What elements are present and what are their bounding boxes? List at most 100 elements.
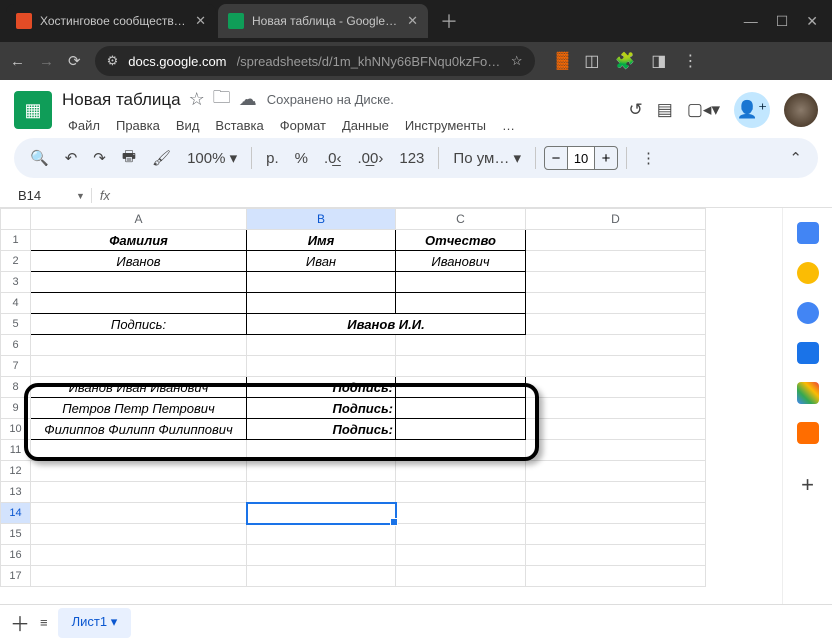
- menu-more[interactable]: …: [496, 115, 521, 136]
- cell[interactable]: Имя: [247, 230, 396, 251]
- side-panel-icon[interactable]: ◨: [651, 51, 666, 71]
- select-all-corner[interactable]: [1, 209, 31, 230]
- cell[interactable]: [526, 356, 706, 377]
- back-icon[interactable]: ←: [10, 53, 25, 70]
- cell[interactable]: Подпись:: [247, 398, 396, 419]
- row-header[interactable]: 7: [1, 356, 31, 377]
- row-header[interactable]: 17: [1, 566, 31, 587]
- cell[interactable]: [31, 293, 247, 314]
- collapse-toolbar-icon[interactable]: ⌃: [783, 144, 808, 172]
- browser-tab-active[interactable]: Новая таблица - Google Табли ✕: [218, 4, 428, 38]
- add-sidepanel-icon[interactable]: +: [801, 472, 814, 498]
- cell[interactable]: [31, 335, 247, 356]
- paint-format-icon[interactable]: 🖌: [146, 144, 177, 172]
- cell[interactable]: Подпись:: [247, 419, 396, 440]
- font-size-stepper[interactable]: − +: [544, 146, 618, 170]
- more-formats-button[interactable]: 123: [393, 145, 430, 172]
- menu-file[interactable]: Файл: [62, 115, 106, 136]
- redo-icon[interactable]: ↷: [87, 144, 112, 172]
- undo-icon[interactable]: ↶: [59, 144, 84, 172]
- decrease-decimal-icon[interactable]: .0̲‹: [318, 145, 348, 172]
- menu-data[interactable]: Данные: [336, 115, 395, 136]
- row-header[interactable]: 9: [1, 398, 31, 419]
- font-size-input[interactable]: [567, 147, 595, 169]
- cell[interactable]: [396, 419, 526, 440]
- add-sheet-button[interactable]: ＋: [10, 608, 30, 637]
- increase-decimal-icon[interactable]: .0̲0›: [352, 145, 390, 172]
- spreadsheet-grid[interactable]: A B C D 1 Фамилия Имя Отчество 2 Иванов …: [0, 208, 782, 604]
- menu-view[interactable]: Вид: [170, 115, 206, 136]
- browser-tab[interactable]: Хостинговое сообщество «Tin ✕: [6, 4, 216, 38]
- menu-insert[interactable]: Вставка: [209, 115, 269, 136]
- extension-icon[interactable]: ◫: [584, 51, 599, 71]
- row-header[interactable]: 2: [1, 251, 31, 272]
- cell[interactable]: [396, 377, 526, 398]
- keep-icon[interactable]: [797, 262, 819, 284]
- menu-format[interactable]: Формат: [274, 115, 332, 136]
- cell[interactable]: [526, 293, 706, 314]
- row-header[interactable]: 8: [1, 377, 31, 398]
- cell-merged[interactable]: Иванов И.И.: [247, 314, 526, 335]
- maps-icon[interactable]: [797, 382, 819, 404]
- cell[interactable]: [396, 293, 526, 314]
- sheet-tab[interactable]: Лист1 ▾: [58, 608, 132, 638]
- cell[interactable]: [526, 251, 706, 272]
- account-avatar[interactable]: [784, 93, 818, 127]
- share-button[interactable]: 👤⁺: [734, 92, 770, 128]
- cell[interactable]: Подпись:: [31, 314, 247, 335]
- reload-icon[interactable]: ⟳: [68, 52, 81, 70]
- row-header[interactable]: 1: [1, 230, 31, 251]
- cell[interactable]: Иванович: [396, 251, 526, 272]
- maximize-icon[interactable]: ☐: [776, 13, 789, 30]
- cell[interactable]: [247, 293, 396, 314]
- font-size-plus[interactable]: +: [595, 147, 617, 169]
- tasks-icon[interactable]: [797, 302, 819, 324]
- cell[interactable]: Отчество: [396, 230, 526, 251]
- row-header[interactable]: 16: [1, 545, 31, 566]
- col-header-a[interactable]: A: [31, 209, 247, 230]
- print-icon[interactable]: 🖶: [116, 141, 142, 176]
- all-sheets-button[interactable]: ≡: [40, 615, 48, 630]
- zoom-select[interactable]: 100% ▾: [181, 144, 243, 172]
- new-tab-button[interactable]: ＋: [430, 8, 468, 34]
- cell[interactable]: Иванов Иван Иванович: [31, 377, 247, 398]
- cell[interactable]: [396, 335, 526, 356]
- row-header[interactable]: 12: [1, 461, 31, 482]
- calendar-icon[interactable]: [797, 222, 819, 244]
- search-menus-icon[interactable]: 🔍: [24, 144, 55, 172]
- row-header[interactable]: 3: [1, 272, 31, 293]
- cell[interactable]: [526, 335, 706, 356]
- cell[interactable]: [526, 272, 706, 293]
- close-icon[interactable]: ✕: [195, 13, 206, 29]
- cell[interactable]: [526, 230, 706, 251]
- menu-edit[interactable]: Правка: [110, 115, 166, 136]
- font-select[interactable]: По ум… ▾: [447, 144, 527, 172]
- star-icon[interactable]: ☆: [189, 89, 205, 110]
- row-header[interactable]: 15: [1, 524, 31, 545]
- font-size-minus[interactable]: −: [545, 147, 567, 169]
- percent-button[interactable]: %: [289, 145, 314, 172]
- cell[interactable]: [396, 356, 526, 377]
- forward-icon[interactable]: →: [39, 53, 54, 70]
- cell[interactable]: Иван: [247, 251, 396, 272]
- move-folder-icon[interactable]: 🗀: [213, 85, 231, 115]
- cell[interactable]: Иванов: [31, 251, 247, 272]
- cell[interactable]: Петров Петр Петрович: [31, 398, 247, 419]
- cell[interactable]: [247, 356, 396, 377]
- extension-icon[interactable]: ▓: [557, 52, 569, 70]
- cell[interactable]: [396, 272, 526, 293]
- cell[interactable]: [526, 314, 706, 335]
- row-header[interactable]: 13: [1, 482, 31, 503]
- row-header[interactable]: 6: [1, 335, 31, 356]
- addon-icon[interactable]: [797, 422, 819, 444]
- history-icon[interactable]: ↺: [629, 100, 643, 120]
- active-cell[interactable]: [247, 503, 396, 524]
- row-header[interactable]: 11: [1, 440, 31, 461]
- col-header-c[interactable]: C: [396, 209, 526, 230]
- row-header[interactable]: 4: [1, 293, 31, 314]
- cell[interactable]: [31, 272, 247, 293]
- kebab-menu-icon[interactable]: ⋮: [682, 51, 698, 71]
- name-box[interactable]: B14: [14, 186, 70, 205]
- cell[interactable]: [31, 356, 247, 377]
- cell[interactable]: Филиппов Филипп Филиппович: [31, 419, 247, 440]
